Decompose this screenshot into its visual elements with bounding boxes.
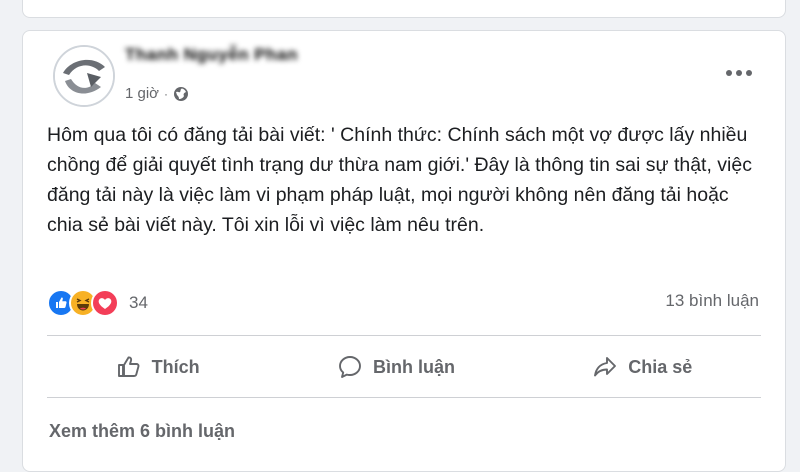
divider-bottom <box>47 397 761 398</box>
comment-count-link[interactable]: 13 bình luận <box>665 291 759 311</box>
share-icon <box>594 357 617 377</box>
post-card: Thanh Nguyễn Phan 1 giờ · Hôm qua tôi có… <box>22 30 786 472</box>
love-icon <box>91 289 119 317</box>
reactions-summary[interactable]: 34 <box>47 289 148 317</box>
post-text: Hôm qua tôi có đăng tải bài viết: ' Chín… <box>47 124 752 236</box>
like-button-label: Thích <box>151 356 200 377</box>
like-button[interactable]: Thích <box>96 348 220 386</box>
comment-button-label: Bình luận <box>372 356 455 377</box>
comment-icon <box>339 356 361 378</box>
see-more-comments-link[interactable]: Xem thêm 6 bình luận <box>49 421 235 442</box>
globe-icon[interactable] <box>173 86 189 102</box>
author-name[interactable]: Thanh Nguyễn Phan <box>125 45 298 65</box>
avatar[interactable] <box>53 45 115 107</box>
post-time[interactable]: 1 giờ <box>125 85 159 102</box>
post-meta: 1 giờ · <box>125 85 189 102</box>
thumbs-up-icon <box>117 356 140 377</box>
divider-top <box>47 335 761 336</box>
comment-button[interactable]: Bình luận <box>317 348 475 386</box>
avatar-image <box>55 47 113 105</box>
more-options-icon[interactable] <box>721 63 757 83</box>
reaction-count: 34 <box>129 293 148 312</box>
previous-post-card <box>22 0 786 18</box>
share-button-label: Chia sẻ <box>628 356 693 377</box>
meta-separator: · <box>164 86 169 101</box>
post-actions: Thích Bình luận Chia sẻ <box>47 345 761 389</box>
share-button[interactable]: Chia sẻ <box>572 348 712 386</box>
